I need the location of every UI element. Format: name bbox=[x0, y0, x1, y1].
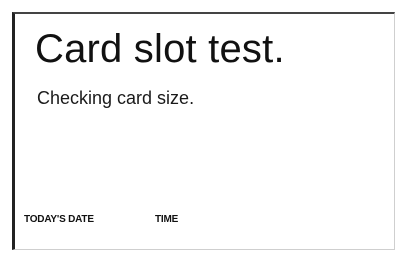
lcd-screen: Card slot test. Checking card size. TODA… bbox=[12, 12, 395, 250]
time-label: TIME bbox=[155, 214, 179, 225]
screen-title: Card slot test. bbox=[35, 27, 285, 71]
todays-date-label: TODAY'S DATE bbox=[24, 214, 94, 225]
status-message: Checking card size. bbox=[37, 88, 195, 108]
